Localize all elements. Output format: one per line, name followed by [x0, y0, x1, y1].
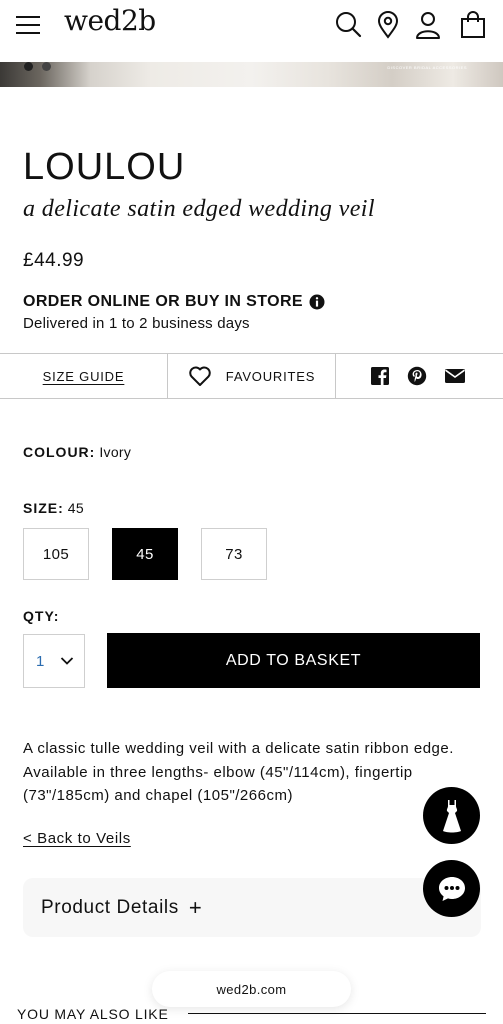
search-icon[interactable] — [334, 10, 364, 40]
colour-label: COLOUR: — [23, 444, 96, 460]
pinterest-icon[interactable] — [407, 366, 427, 386]
chevron-down-icon — [60, 657, 74, 665]
chat-icon — [438, 876, 465, 901]
size-option: SIZE: 45 — [23, 500, 84, 516]
back-to-veils-link[interactable]: < Back to Veils — [23, 830, 131, 847]
gallery-dot-icon[interactable] — [42, 62, 51, 71]
delivery-info: Delivered in 1 to 2 business days — [23, 315, 250, 332]
size-guide-label: SIZE GUIDE — [42, 368, 125, 384]
qty-select[interactable]: 1 — [23, 634, 85, 688]
plus-icon: + — [188, 894, 203, 920]
size-option-73[interactable]: 73 — [201, 528, 267, 580]
product-description: A classic tulle wedding veil with a deli… — [23, 740, 454, 804]
size-guide-link[interactable]: SIZE GUIDE — [0, 354, 168, 398]
colour-option: COLOUR: Ivory — [23, 444, 131, 460]
size-option-45[interactable]: 45 — [112, 528, 178, 580]
product-details-label: Product Details — [41, 896, 179, 918]
add-to-basket-button[interactable]: ADD TO BASKET — [107, 633, 480, 688]
favourites-label: FAVOURITES — [225, 368, 316, 384]
hero-watermark: DISCOVER BRIDAL ACCESSORIES — [387, 65, 467, 70]
chat-button[interactable] — [423, 860, 480, 917]
product-tagline: a delicate satin edged wedding veil — [23, 196, 375, 222]
order-online-label: ORDER ONLINE OR BUY IN STORE — [23, 293, 303, 310]
facebook-icon[interactable] — [370, 366, 390, 386]
product-image-gallery[interactable]: DISCOVER BRIDAL ACCESSORIES — [0, 62, 503, 87]
dress-icon — [442, 799, 461, 832]
product-price: £44.99 — [23, 250, 85, 271]
email-icon[interactable] — [444, 366, 466, 386]
account-icon[interactable] — [413, 10, 443, 40]
qty-label: QTY: — [23, 608, 60, 624]
store-locator-icon[interactable] — [373, 10, 403, 40]
share-links — [336, 354, 503, 398]
you-may-also-like-heading: YOU MAY ALSO LIKE — [17, 1006, 169, 1022]
order-online-banner: ORDER ONLINE OR BUY IN STORE — [23, 293, 325, 311]
qty-value: 1 — [36, 652, 45, 670]
section-divider — [188, 1013, 486, 1014]
menu-icon[interactable] — [16, 13, 42, 37]
favourites-button[interactable]: FAVOURITES — [168, 354, 336, 398]
heart-icon — [189, 366, 211, 386]
product-action-bar: SIZE GUIDE FAVOURITES — [0, 353, 503, 399]
gallery-dot-icon[interactable] — [24, 62, 33, 71]
product-details-accordion[interactable]: Product Details + — [23, 878, 481, 937]
basket-icon[interactable] — [458, 10, 488, 40]
site-logo[interactable]: wed2b — [64, 4, 156, 37]
size-option-105[interactable]: 105 — [23, 528, 89, 580]
site-header: wed2b — [0, 0, 503, 62]
colour-value: Ivory — [99, 444, 132, 460]
browser-url-pill[interactable]: wed2b.com — [152, 971, 351, 1007]
size-label: SIZE: — [23, 500, 64, 516]
info-icon[interactable] — [309, 294, 325, 310]
size-value: 45 — [67, 500, 84, 516]
dress-finder-button[interactable] — [423, 787, 480, 844]
product-title: LOULOU — [23, 146, 186, 188]
